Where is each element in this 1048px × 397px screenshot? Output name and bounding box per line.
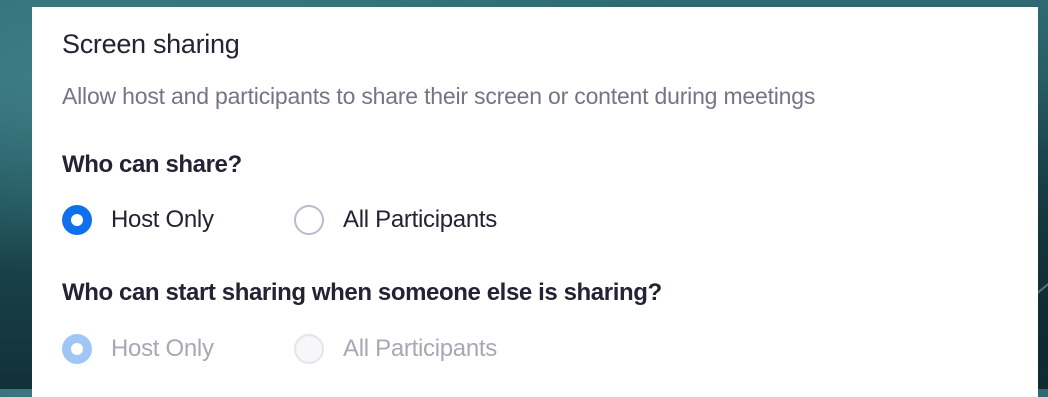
- screen-sharing-settings-panel: Screen sharing Allow host and participan…: [32, 7, 1038, 397]
- radio-selected-disabled-icon: [62, 334, 92, 364]
- radio-unselected-disabled-icon: [294, 334, 324, 364]
- radio-unselected-icon[interactable]: [294, 205, 324, 235]
- option-label-host-only-disabled: Host Only: [111, 335, 214, 362]
- who-can-start-sharing-all-participants-option: All Participants: [294, 332, 497, 366]
- radio-selected-icon[interactable]: [62, 205, 92, 235]
- setting-description: Allow host and participants to share the…: [62, 83, 816, 109]
- who-can-share-question: Who can share?: [62, 151, 242, 178]
- who-can-share-all-participants-option[interactable]: All Participants: [294, 203, 497, 237]
- who-can-start-sharing-question: Who can start sharing when someone else …: [62, 279, 662, 306]
- who-can-share-host-only-option[interactable]: Host Only: [62, 203, 214, 237]
- option-label-host-only: Host Only: [111, 206, 214, 233]
- who-can-start-sharing-radio-group: Host Only All Participants: [62, 332, 762, 366]
- option-label-all-participants-disabled: All Participants: [343, 335, 497, 362]
- option-label-all-participants: All Participants: [343, 206, 497, 233]
- who-can-share-radio-group: Host Only All Participants: [62, 203, 762, 237]
- setting-title: Screen sharing: [62, 29, 240, 59]
- who-can-start-sharing-host-only-option: Host Only: [62, 332, 214, 366]
